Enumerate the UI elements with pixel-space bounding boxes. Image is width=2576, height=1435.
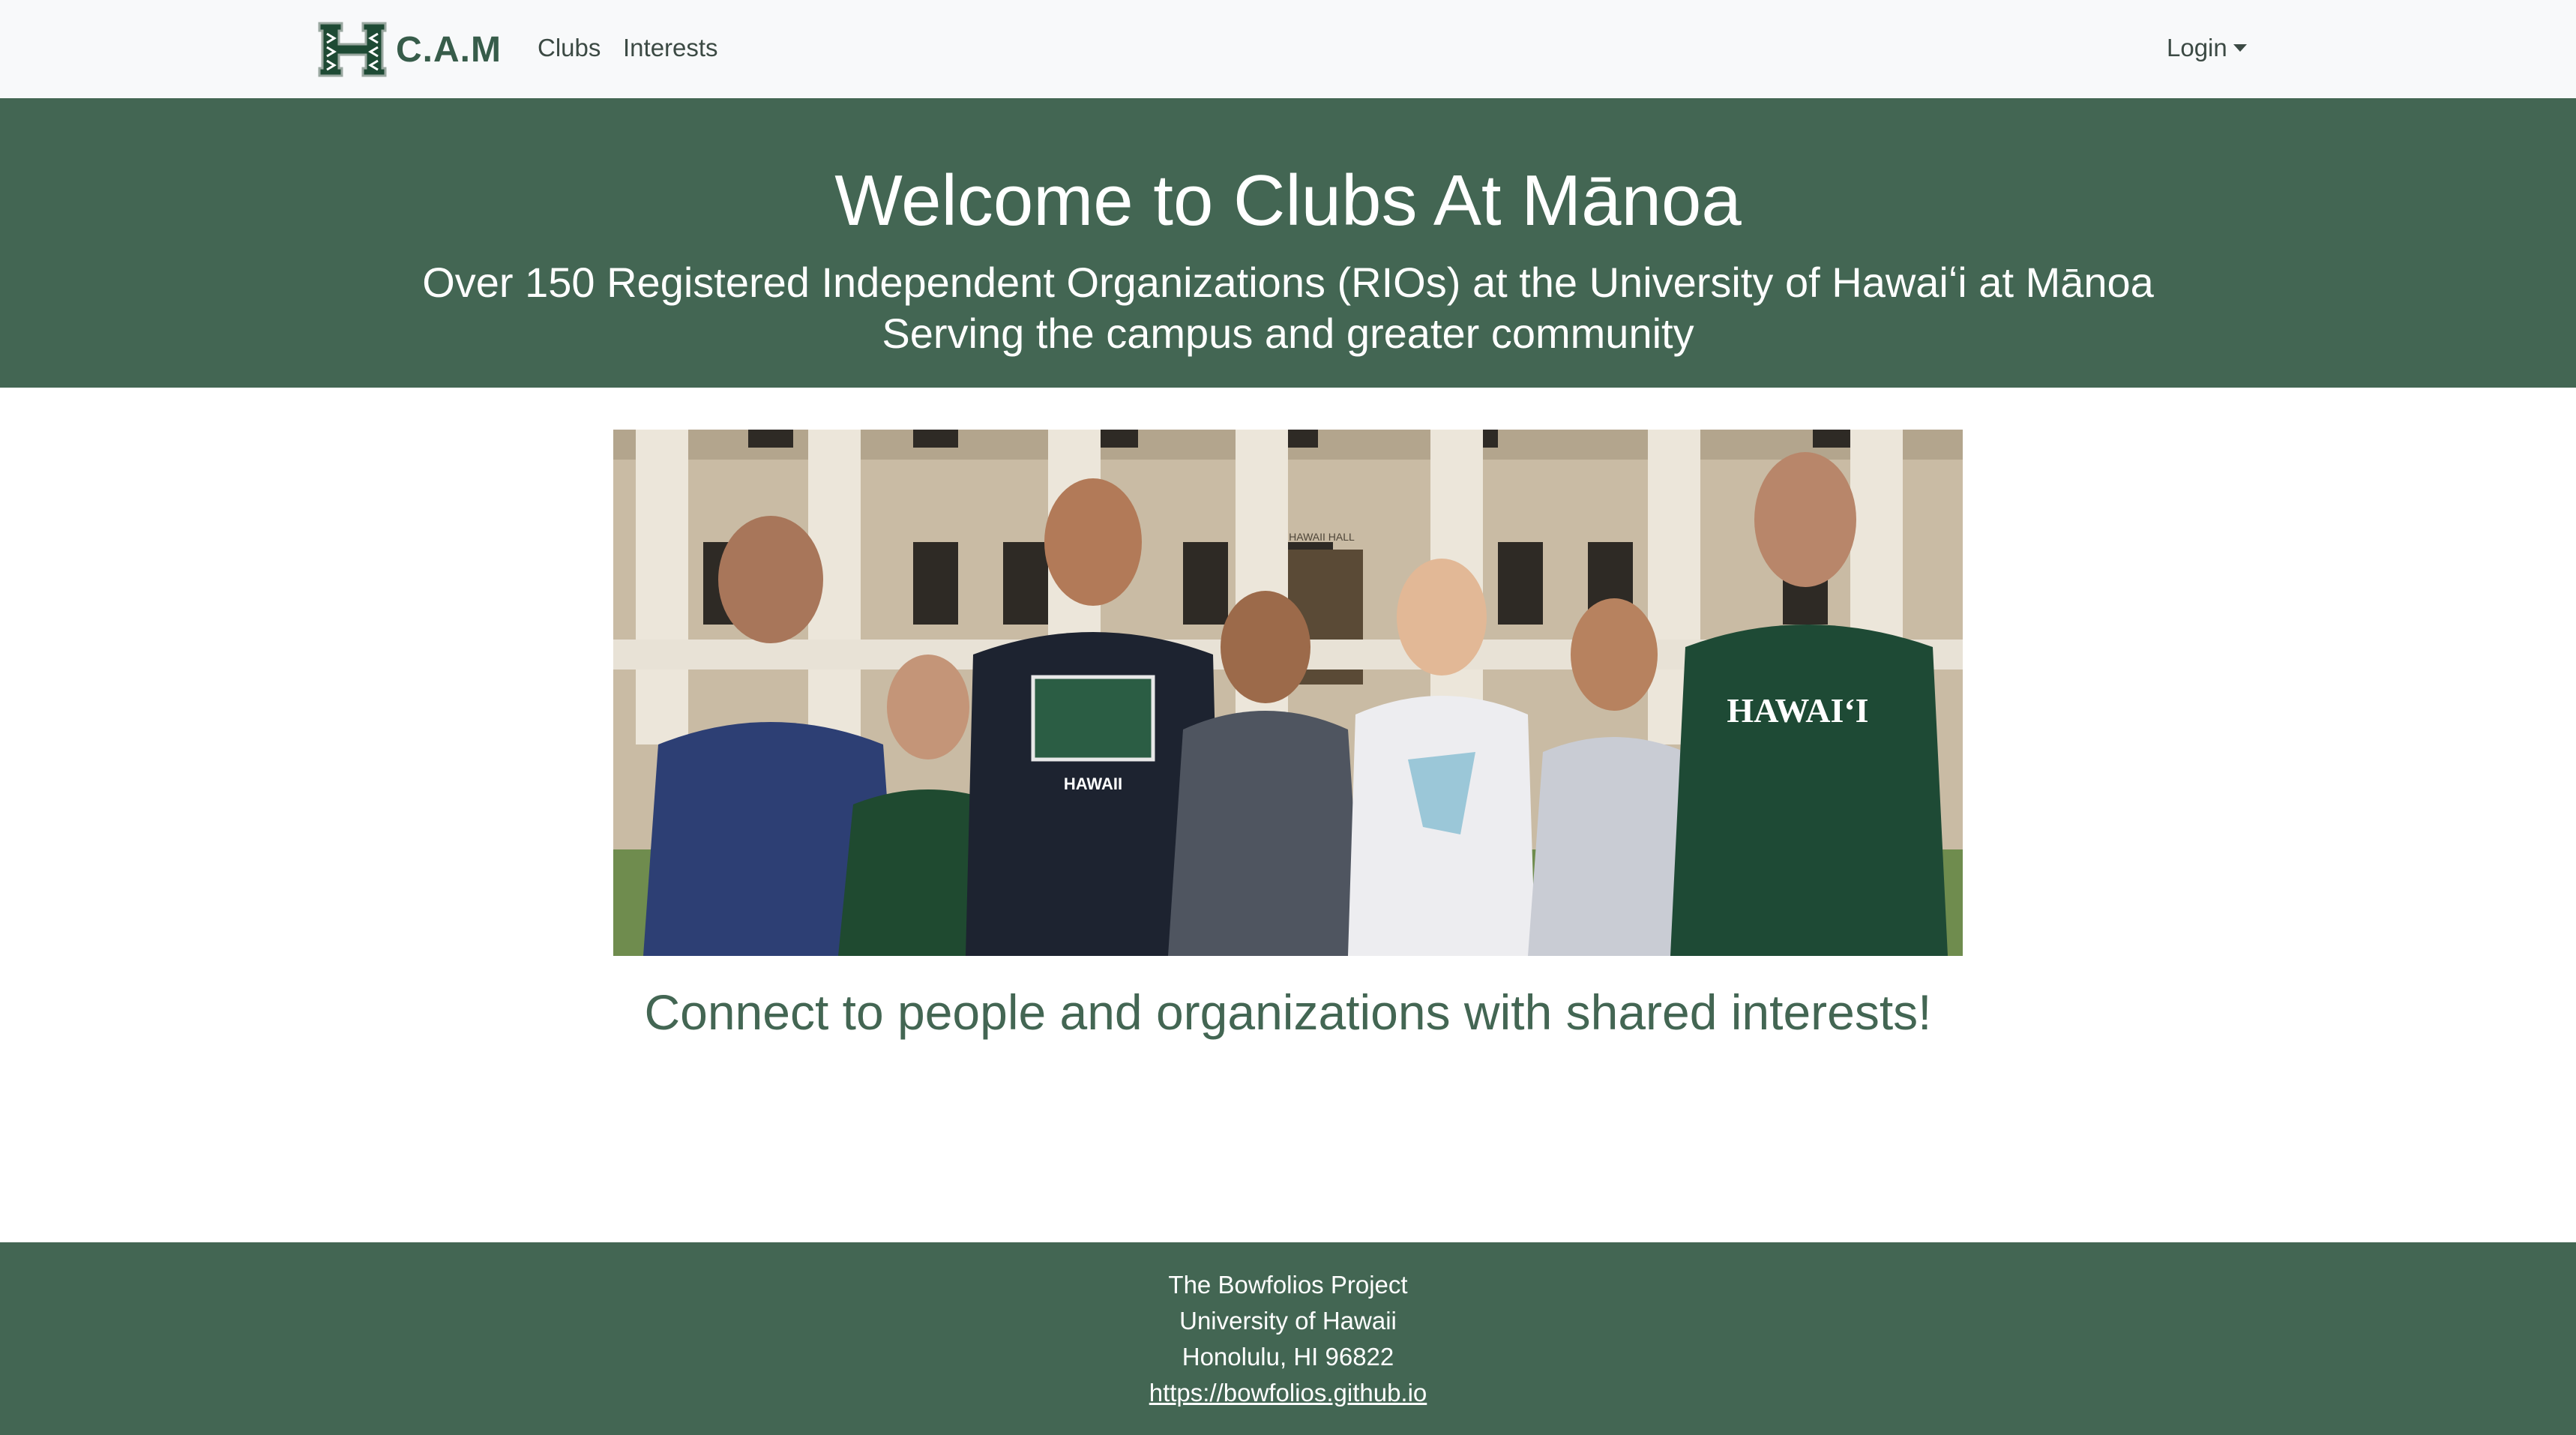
- hero-subtitle-secondary: Serving the campus and greater community: [882, 310, 1694, 357]
- footer-project: The Bowfolios Project: [1168, 1271, 1408, 1299]
- building-sign: HAWAII HALL: [1289, 531, 1355, 543]
- footer-address: Honolulu, HI 96822: [1182, 1343, 1394, 1371]
- login-label: Login: [2167, 34, 2227, 61]
- hero-subtitle: Over 150 Registered Independent Organiza…: [422, 259, 2154, 306]
- brand-link[interactable]: C.A.M: [316, 13, 502, 85]
- login-dropdown[interactable]: Login: [2167, 30, 2247, 66]
- nav-interests[interactable]: Interests: [623, 30, 718, 66]
- nav-clubs[interactable]: Clubs: [538, 30, 601, 66]
- hero-banner: Welcome to Clubs At Mānoa Over 150 Regis…: [0, 98, 2576, 388]
- page: C.A.M Clubs Interests Login Welcome to C…: [0, 0, 2576, 1435]
- shirt-text-hawaii: HAWAII: [1064, 774, 1122, 793]
- shirt-text-hawaii-large: HAWAIʻI: [1727, 691, 1868, 729]
- page-title: Welcome to Clubs At Mānoa: [834, 160, 1742, 241]
- brand-text: C.A.M: [396, 29, 502, 70]
- hawaii-h-logo-icon: [318, 22, 387, 77]
- tagline: Connect to people and organizations with…: [644, 984, 1932, 1040]
- footer-university: University of Hawaii: [1179, 1307, 1397, 1335]
- caret-down-icon: [2233, 44, 2247, 52]
- footer-link[interactable]: https://bowfolios.github.io: [1149, 1379, 1427, 1407]
- students-group-photo: HAWAII HALL HAWAII HAWAIʻI: [613, 430, 1963, 956]
- navbar: C.A.M Clubs Interests Login: [0, 0, 2576, 98]
- footer-link-row: https://bowfolios.github.io: [0, 1375, 2576, 1411]
